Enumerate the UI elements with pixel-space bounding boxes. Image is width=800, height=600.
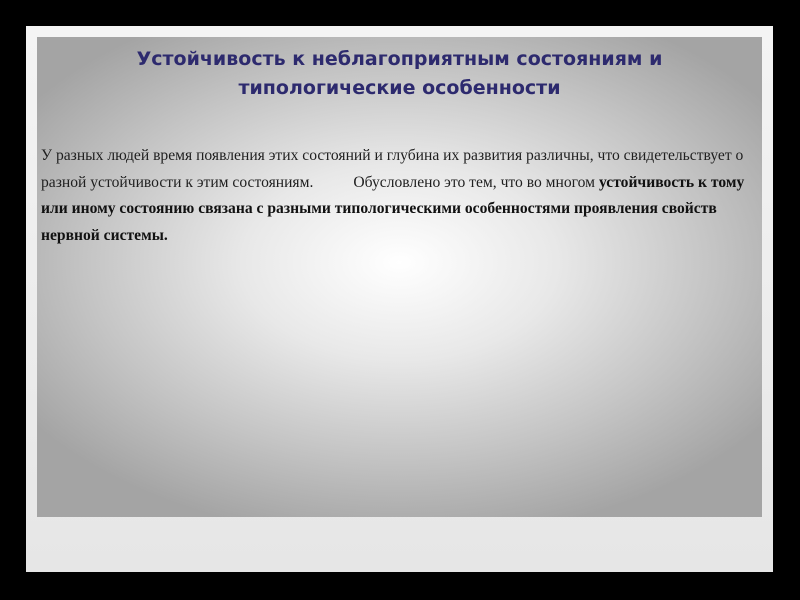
slide-title: Устойчивость к неблагоприятным состояния… xyxy=(37,45,762,103)
body-text-part-2: Обусловлено это тем, что во многом xyxy=(353,173,599,191)
slide-body-text: У разных людей время появления этих сост… xyxy=(41,143,759,249)
slide: Устойчивость к неблагоприятным состояния… xyxy=(26,26,773,572)
slide-title-line-2: типологические особенности xyxy=(238,77,561,99)
content-panel: Устойчивость к неблагоприятным состояния… xyxy=(37,37,762,517)
slide-title-line-1: Устойчивость к неблагоприятным состояния… xyxy=(136,48,663,70)
slide-bottom-strip xyxy=(37,520,762,566)
